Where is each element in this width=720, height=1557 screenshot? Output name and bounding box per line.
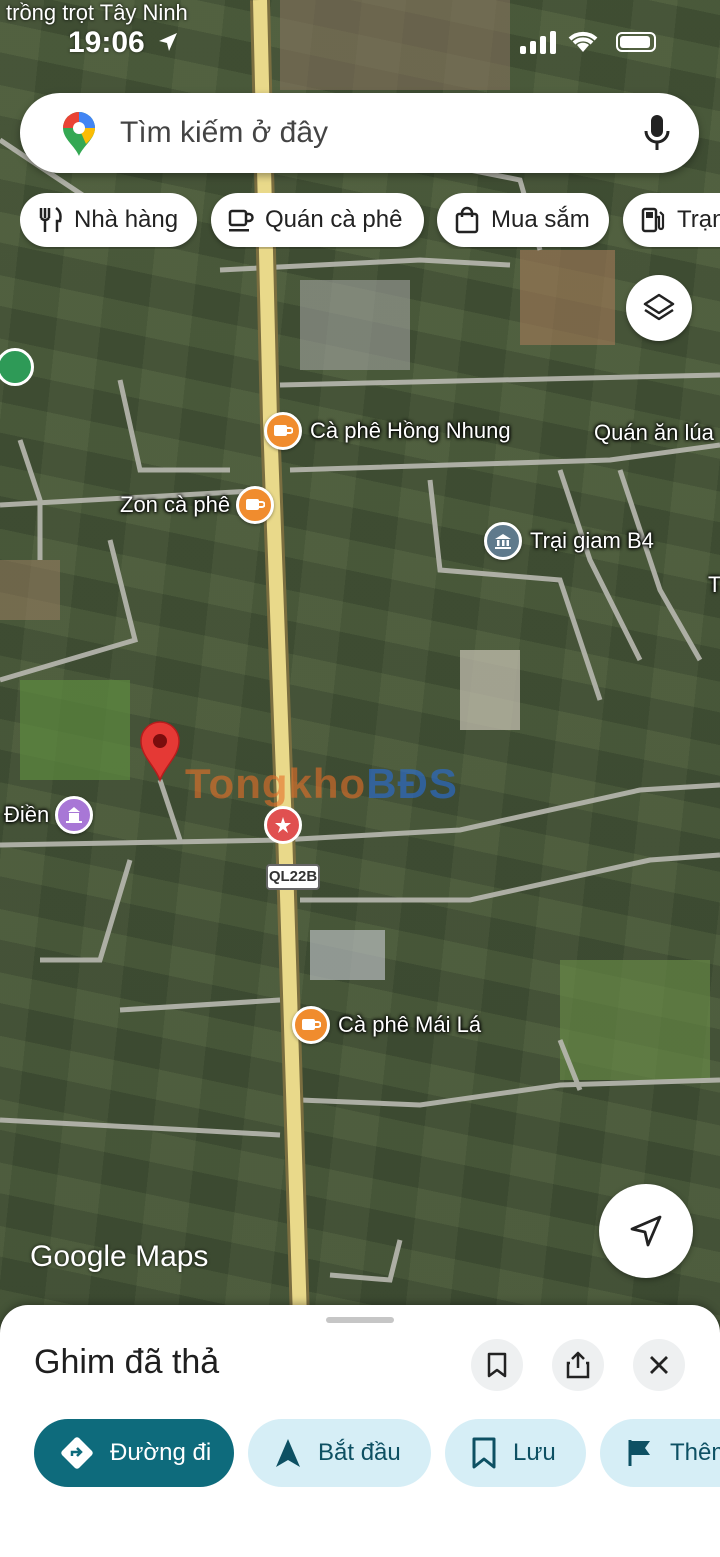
my-location-button[interactable]	[599, 1184, 693, 1278]
place-label: Zon cà phê	[120, 492, 231, 517]
place-label: Cà phê Mái Lá	[338, 1012, 482, 1037]
action-label: Bắt đầu	[318, 1439, 401, 1466]
map-place-zon-ca-phe[interactable]: Zon cà phê	[120, 486, 275, 524]
directions-button[interactable]: Đường đi	[34, 1419, 234, 1487]
share-icon	[566, 1351, 590, 1379]
chip-label: Nhà hàng	[74, 206, 179, 233]
action-buttons: Đường đi Bắt đầu Lưu Thêm	[34, 1419, 720, 1489]
flag-icon	[628, 1440, 650, 1466]
bookmark-icon	[487, 1352, 507, 1378]
watermark: TongkhoBĐS	[185, 760, 458, 807]
chip-coffee[interactable]: Quán cà phê	[211, 193, 424, 247]
action-label: Lưu	[513, 1439, 556, 1466]
fuel-pump-icon	[641, 207, 665, 233]
bookmark-icon	[472, 1437, 496, 1469]
chip-label: Mua sắm	[491, 206, 590, 233]
chip-label: Trạm	[677, 206, 720, 233]
cell-signal-icon	[520, 30, 556, 54]
chip-restaurants[interactable]: Nhà hàng	[20, 193, 197, 247]
chip-gas-station[interactable]: Trạm	[623, 193, 720, 247]
location-arrow-icon	[159, 33, 177, 51]
directions-icon	[61, 1437, 93, 1469]
save-button[interactable]: Lưu	[445, 1419, 586, 1487]
share-button[interactable]	[552, 1339, 604, 1391]
chip-shopping[interactable]: Mua sắm	[437, 193, 609, 247]
place-bottom-sheet[interactable]: Ghim đã thả Đường đi Bắt đầu Lưu Thê	[0, 1305, 720, 1557]
place-label: Quán ăn lúa	[594, 420, 714, 445]
search-bar[interactable]	[20, 93, 699, 173]
government-building-icon	[484, 522, 522, 560]
google-maps-logo: Google Maps	[30, 1240, 209, 1273]
map-top-label: trồng trọt Tây Ninh	[6, 0, 188, 25]
drag-handle[interactable]	[326, 1317, 394, 1323]
navigation-arrow-icon	[630, 1215, 662, 1247]
place-label: Trại giam B4	[530, 528, 654, 553]
status-bar: trồng trọt Tây Ninh 19:06	[0, 0, 720, 80]
dropped-pin-icon[interactable]	[137, 720, 183, 782]
google-maps-pin-icon	[63, 112, 95, 156]
battery-icon	[616, 32, 656, 52]
place-label: T	[708, 572, 720, 597]
close-icon	[650, 1356, 668, 1374]
save-icon-button[interactable]	[471, 1339, 523, 1391]
status-time: 19:06	[68, 26, 145, 59]
action-label: Đường đi	[110, 1439, 212, 1466]
road-shield: QL22B	[266, 864, 320, 890]
start-button[interactable]: Bắt đầu	[248, 1419, 431, 1487]
microphone-icon[interactable]	[642, 113, 672, 153]
navigation-arrow-icon	[276, 1439, 300, 1467]
place-label: Điền	[4, 802, 50, 827]
coffee-icon	[292, 1006, 330, 1044]
map-place-ca-phe-hong-nhung[interactable]: Cà phê Hồng Nhung	[264, 412, 511, 450]
shopping-bag-icon	[455, 206, 479, 234]
shopping-marker-icon[interactable]	[264, 806, 302, 844]
place-label: Cà phê Hồng Nhung	[310, 418, 511, 443]
map-place-dien[interactable]: Điền	[4, 796, 94, 834]
fork-knife-icon	[39, 206, 62, 232]
coffee-icon	[236, 486, 275, 524]
close-button[interactable]	[633, 1339, 685, 1391]
map-place-quan-an-lua[interactable]: Quán ăn lúa	[594, 420, 714, 446]
coffee-cup-icon	[228, 209, 254, 232]
category-chips: Nhà hàng Quán cà phê Mua sắm Trạm	[20, 193, 720, 249]
sheet-title: Ghim đã thả	[34, 1343, 220, 1381]
layers-button[interactable]	[626, 275, 692, 341]
wifi-icon	[568, 31, 598, 52]
coffee-icon	[264, 412, 302, 450]
more-button[interactable]: Thêm	[600, 1419, 720, 1487]
chip-label: Quán cà phê	[265, 206, 403, 233]
temple-icon	[55, 796, 94, 834]
map-place-trai-giam-b4[interactable]: Trại giam B4	[484, 522, 654, 560]
layers-icon	[643, 293, 675, 321]
search-input[interactable]	[120, 113, 620, 153]
action-label: Thêm	[670, 1439, 720, 1466]
map-place-partial[interactable]: T	[708, 572, 720, 598]
map-place-ca-phe-mai-la[interactable]: Cà phê Mái Lá	[292, 1006, 481, 1044]
